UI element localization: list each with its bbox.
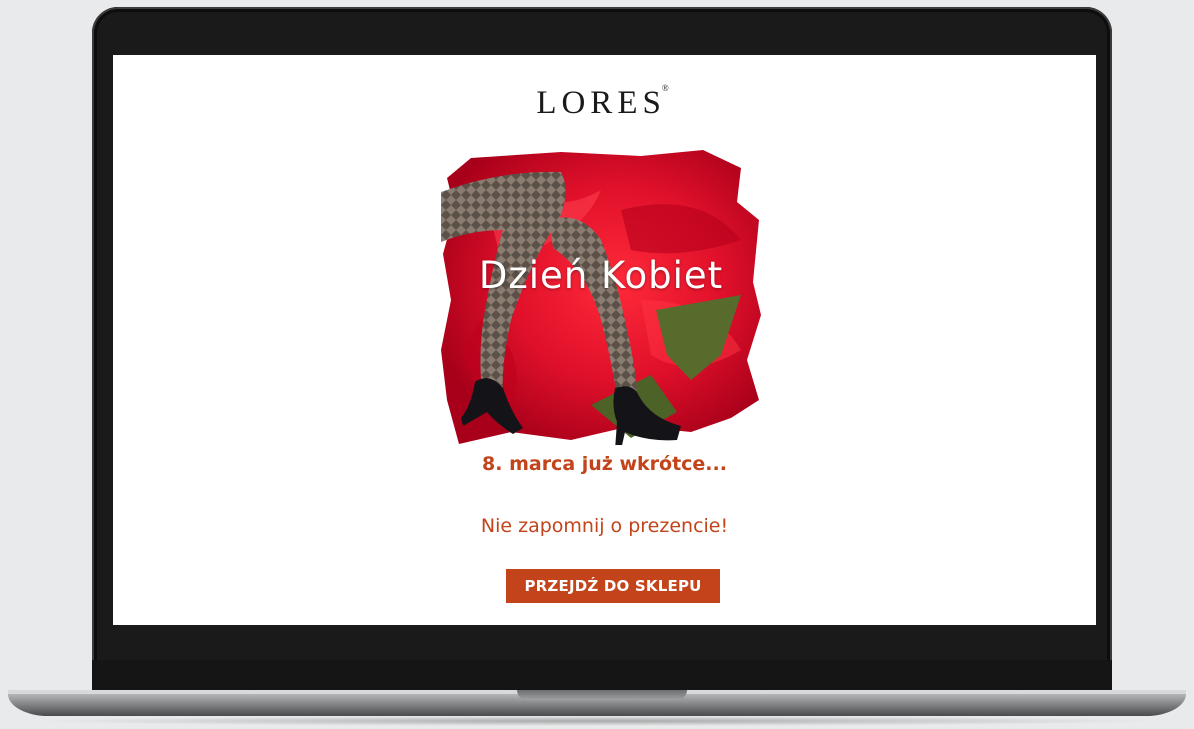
registered-mark: ®: [661, 83, 669, 93]
hero-title: Dzień Kobiet: [478, 254, 724, 297]
email-subline: Nie zapomnij o prezencie!: [480, 515, 729, 537]
email-headline: 8. marca już wkrótce...: [482, 453, 727, 475]
laptop-opening-notch: [517, 690, 687, 700]
laptop-screen: LORES® Dzień Kobiet 8. marca już wkrótce…: [113, 55, 1096, 625]
device-mockup: LORES® Dzień Kobiet 8. marca już wkrótce…: [0, 0, 1194, 729]
hero-image: [441, 150, 761, 445]
brand-logo[interactable]: LORES®: [113, 83, 1096, 122]
go-to-shop-button[interactable]: PRZEJDŹ DO SKLEPU: [506, 569, 720, 603]
laptop-shadow: [30, 716, 1164, 726]
hero-banner[interactable]: Dzień Kobiet: [441, 150, 761, 445]
laptop-bezel-bottom: [92, 660, 1112, 690]
brand-logo-text: LORES: [536, 85, 666, 121]
